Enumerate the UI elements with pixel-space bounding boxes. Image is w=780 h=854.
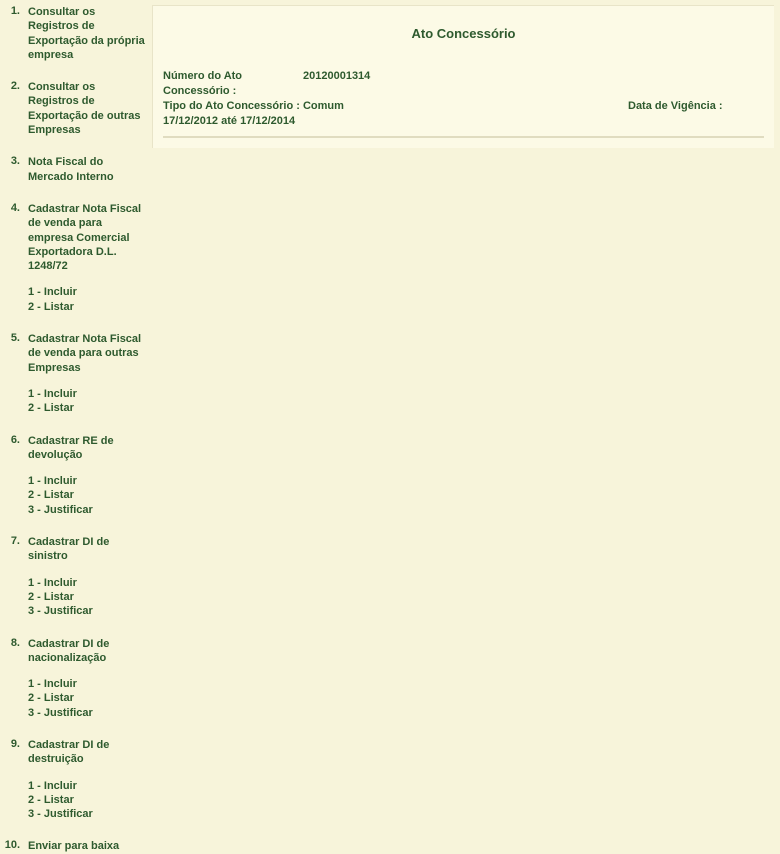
menu-link[interactable]: Consultar os Registros de Exportação de … <box>28 80 146 137</box>
menu-sub-link[interactable]: 1 - Incluir <box>28 474 146 488</box>
menu-link[interactable]: Cadastrar DI de destruição <box>28 738 146 767</box>
menu-item-2: 2.Consultar os Registros de Exportação d… <box>2 80 146 137</box>
menu-sub-link[interactable]: 1 - Incluir <box>28 387 146 401</box>
vigencia-value: 17/12/2012 até 17/12/2014 <box>163 114 764 129</box>
menu-sub-list: 1 - Incluir2 - Listar3 - Justificar <box>28 779 146 822</box>
menu-number: 5. <box>2 332 28 415</box>
menu-body: Consultar os Registros de Exportação de … <box>28 80 146 137</box>
menu-body: Cadastrar DI de destruição 1 - Incluir2 -… <box>28 738 146 821</box>
panel-details: Número do Ato Concessório : 20120001314 … <box>163 69 764 138</box>
menu-number: 1. <box>2 5 28 62</box>
menu-body: Nota Fiscal do Mercado Interno <box>28 155 146 184</box>
menu-item-4: 4.Cadastrar Nota Fiscal de venda para em… <box>2 202 146 314</box>
menu-number: 3. <box>2 155 28 184</box>
menu-sub-link[interactable]: 1 - Incluir <box>28 677 146 691</box>
menu-body: Consultar os Registros de Exportação da … <box>28 5 146 62</box>
menu-item-3: 3.Nota Fiscal do Mercado Interno <box>2 155 146 184</box>
tipo-label: Tipo do Ato Concessório : Comum <box>163 99 628 114</box>
menu-sub-link[interactable]: 1 - Incluir <box>28 576 146 590</box>
numero-label: Número do Ato Concessório : <box>163 69 303 99</box>
menu-sub-link[interactable]: 2 - Listar <box>28 691 146 705</box>
ato-panel: Ato Concessório Número do Ato Concessóri… <box>152 5 774 148</box>
menu-body: Cadastrar DI de nacionalização 1 - Inclui… <box>28 637 146 720</box>
menu-link[interactable]: Nota Fiscal do Mercado Interno <box>28 155 146 184</box>
menu-sub-link[interactable]: 3 - Justificar <box>28 706 146 720</box>
menu-sub-list: 1 - Incluir2 - Listar <box>28 387 146 416</box>
menu-number: 9. <box>2 738 28 821</box>
menu-link[interactable]: Enviar para baixa <box>28 839 146 853</box>
menu-link[interactable]: Consultar os Registros de Exportação da … <box>28 5 146 62</box>
menu-sub-list: 1 - Incluir2 - Listar3 - Justificar <box>28 474 146 517</box>
menu-sub-link[interactable]: 2 - Listar <box>28 590 146 604</box>
panel-title: Ato Concessório <box>163 26 764 41</box>
menu-number: 2. <box>2 80 28 137</box>
menu-number: 10. <box>2 839 28 853</box>
menu-link[interactable]: Cadastrar RE de devolução <box>28 434 146 463</box>
menu-link[interactable]: Cadastrar DI de sinistro <box>28 535 146 564</box>
app-container: 1.Consultar os Registros de Exportação d… <box>0 0 780 791</box>
menu-link[interactable]: Cadastrar DI de nacionalização <box>28 637 146 666</box>
menu-link[interactable]: Cadastrar Nota Fiscal de venda para outr… <box>28 332 146 375</box>
menu-sub-link[interactable]: 2 - Listar <box>28 401 146 415</box>
menu-sub-link[interactable]: 3 - Justificar <box>28 503 146 517</box>
vigencia-label: Data de Vigência : <box>628 99 723 114</box>
menu-body: Cadastrar Nota Fiscal de venda para outr… <box>28 332 146 415</box>
menu-sub-link[interactable]: 1 - Incluir <box>28 285 146 299</box>
menu-number: 6. <box>2 434 28 517</box>
menu-item-5: 5.Cadastrar Nota Fiscal de venda para ou… <box>2 332 146 415</box>
menu-number: 7. <box>2 535 28 618</box>
menu-sub-list: 1 - Incluir2 - Listar3 - Justificar <box>28 677 146 720</box>
menu-body: Enviar para baixa <box>28 839 146 853</box>
menu-sub-list: 1 - Incluir2 - Listar3 - Justificar <box>28 576 146 619</box>
menu-item-1: 1.Consultar os Registros de Exportação d… <box>2 5 146 62</box>
menu-sub-list: 1 - Incluir2 - Listar <box>28 285 146 314</box>
sidebar-menu: 1.Consultar os Registros de Exportação d… <box>0 0 148 791</box>
menu-sub-link[interactable]: 2 - Listar <box>28 488 146 502</box>
main-area: Ato Concessório Número do Ato Concessóri… <box>148 0 780 791</box>
menu-body: Cadastrar RE de devolução 1 - Incluir2 - … <box>28 434 146 517</box>
menu-item-6: 6.Cadastrar RE de devolução 1 - Incluir2 … <box>2 434 146 517</box>
menu-body: Cadastrar DI de sinistro 1 - Incluir2 - L… <box>28 535 146 618</box>
menu-item-8: 8.Cadastrar DI de nacionalização 1 - Incl… <box>2 637 146 720</box>
menu-sub-link[interactable]: 3 - Justificar <box>28 807 146 821</box>
menu-item-7: 7.Cadastrar DI de sinistro 1 - Incluir2 -… <box>2 535 146 618</box>
menu-item-10: 10.Enviar para baixa <box>2 839 146 853</box>
menu-number: 8. <box>2 637 28 720</box>
menu-link[interactable]: Cadastrar Nota Fiscal de venda para empr… <box>28 202 146 273</box>
menu-body: Cadastrar Nota Fiscal de venda para empr… <box>28 202 146 314</box>
menu-number: 4. <box>2 202 28 314</box>
menu-sub-link[interactable]: 2 - Listar <box>28 300 146 314</box>
menu-sub-link[interactable]: 2 - Listar <box>28 793 146 807</box>
menu-item-9: 9.Cadastrar DI de destruição 1 - Incluir2… <box>2 738 146 821</box>
menu-sub-link[interactable]: 3 - Justificar <box>28 604 146 618</box>
numero-value: 20120001314 <box>303 69 370 99</box>
